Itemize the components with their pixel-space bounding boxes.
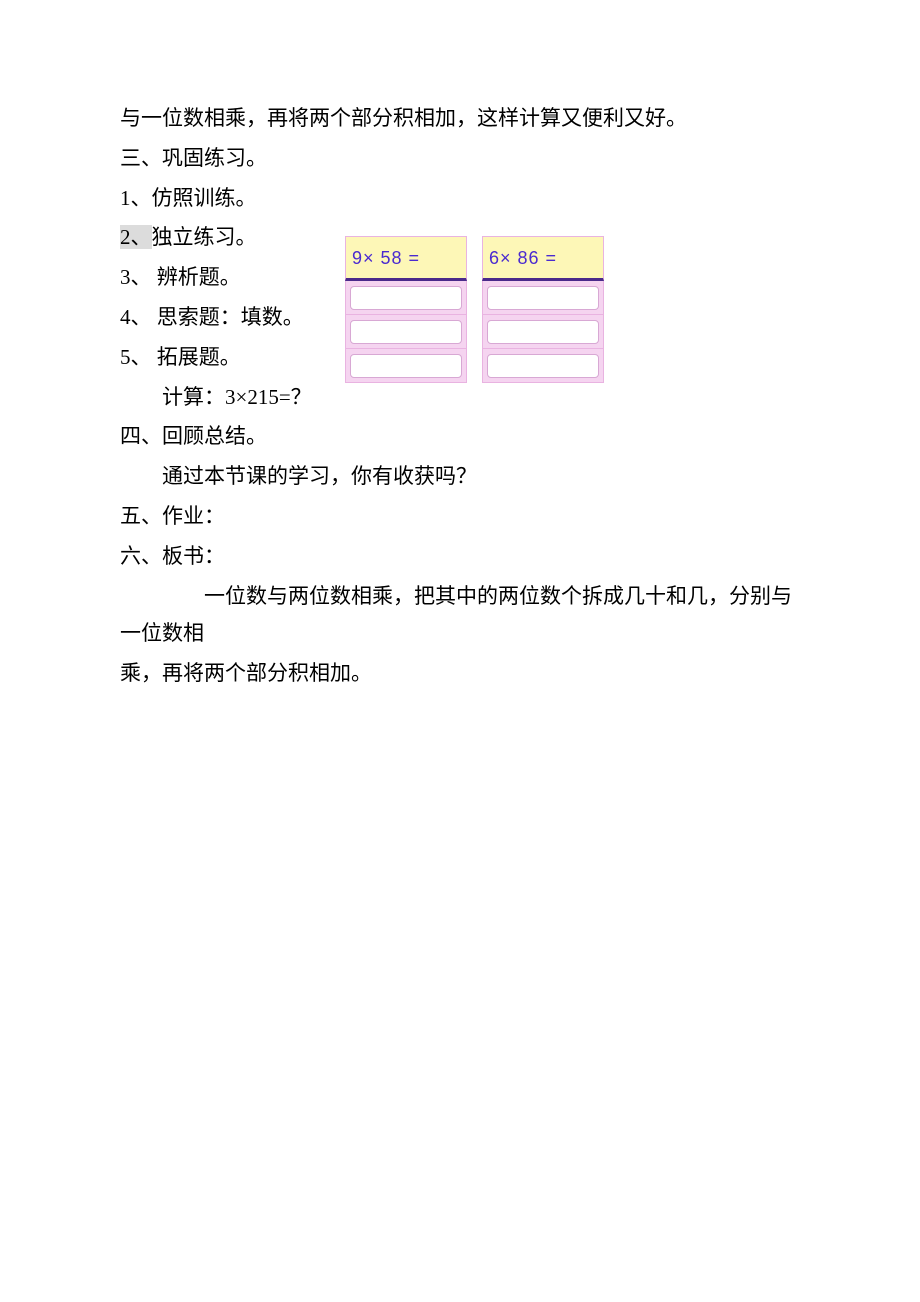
problem-column-2: 6× 86 = — [482, 236, 604, 383]
answer-input[interactable] — [350, 286, 462, 310]
problem-header-1: 9× 58 = — [345, 236, 467, 281]
section-heading-5: 五、作业： — [120, 498, 800, 536]
problem-header-2: 6× 86 = — [482, 236, 604, 281]
answer-row — [345, 315, 467, 349]
answer-input[interactable] — [350, 320, 462, 344]
calculation-text: 计算：3×215=？ — [120, 379, 800, 417]
section-heading-6: 六、板书： — [120, 538, 800, 576]
answer-row — [482, 281, 604, 315]
highlighted-text: 2、 — [120, 225, 152, 249]
list-item-1: 1、仿照训练。 — [120, 180, 800, 218]
answer-input[interactable] — [487, 286, 599, 310]
question-text: 通过本节课的学习，你有收获吗？ — [120, 458, 800, 496]
section-heading-4: 四、回顾总结。 — [120, 418, 800, 456]
answer-row — [345, 349, 467, 383]
section-heading-3: 三、巩固练习。 — [120, 140, 800, 178]
problem-column-1: 9× 58 = — [345, 236, 467, 383]
text-line: 与一位数相乘，再将两个部分积相加，这样计算又便利又好。 — [120, 100, 800, 138]
summary-text-2: 乘，再将两个部分积相加。 — [120, 655, 800, 693]
answer-row — [482, 315, 604, 349]
problem-box-container: 9× 58 = 6× 86 = — [345, 236, 604, 383]
answer-input[interactable] — [487, 320, 599, 344]
document-content: 与一位数相乘，再将两个部分积相加，这样计算又便利又好。 三、巩固练习。 1、仿照… — [120, 100, 800, 693]
answer-input[interactable] — [350, 354, 462, 378]
answer-row — [482, 349, 604, 383]
answer-input[interactable] — [487, 354, 599, 378]
summary-text-1: 一位数与两位数相乘，把其中的两位数个拆成几十和几，分别与一位数相 — [120, 578, 800, 654]
text-segment: 独立练习。 — [152, 225, 257, 249]
answer-row — [345, 281, 467, 315]
